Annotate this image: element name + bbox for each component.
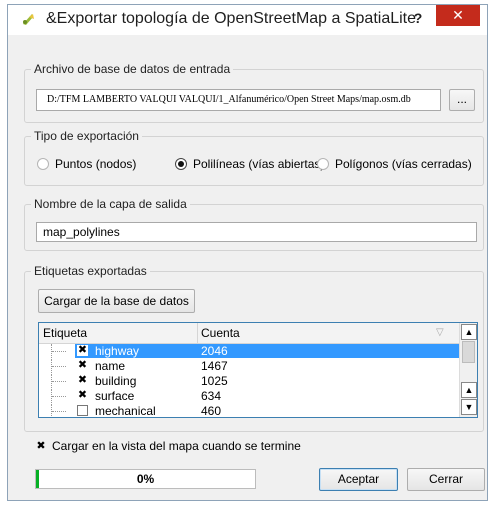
input-db-legend: Archivo de base de datos de entrada	[31, 62, 234, 76]
progress-text: 0%	[136, 472, 155, 486]
table-row[interactable]: ✖ name 1467	[39, 359, 459, 373]
close-window-button[interactable]: ✕	[436, 5, 480, 26]
table-row[interactable]: ✖ building 1025	[39, 374, 459, 388]
row-checkbox[interactable]: ✖	[77, 345, 88, 356]
tree-branch-line	[51, 344, 71, 358]
tags-legend: Etiquetas exportadas	[31, 264, 150, 278]
load-in-map-label: Cargar en la vista del mapa cuando se te…	[52, 439, 301, 453]
row-tag: building	[95, 374, 137, 388]
table-scrollbar[interactable]: ▲ ▲ ▼	[459, 323, 477, 417]
export-dialog: &Exportar topología de OpenStreetMap a S…	[7, 4, 488, 501]
load-in-map-checkbox[interactable]: ✖ Cargar en la vista del mapa cuando se …	[35, 439, 301, 453]
accept-button[interactable]: Aceptar	[319, 468, 398, 491]
radio-polylines[interactable]: Polilíneas (vías abiertas)	[175, 157, 324, 171]
input-db-path-field[interactable]: D:/TFM LAMBERTO VALQUI VALQUI/1_Alfanumé…	[36, 89, 441, 111]
export-type-legend: Tipo de exportación	[31, 129, 142, 143]
tree-branch-line	[51, 374, 71, 388]
table-row[interactable]: ✖ highway 2046	[39, 344, 459, 358]
column-header-tag[interactable]: Etiqueta	[43, 326, 87, 340]
radio-points-circle[interactable]	[37, 158, 49, 170]
browse-button[interactable]: ...	[449, 89, 475, 111]
row-checkbox[interactable]: ✖	[77, 375, 88, 386]
radio-polygons-label: Polígonos (vías cerradas)	[335, 157, 472, 171]
radio-points-label: Puntos (nodos)	[55, 157, 137, 171]
input-db-group: Archivo de base de datos de entrada D:/T…	[24, 62, 484, 123]
scroll-up-icon[interactable]: ▲	[461, 324, 477, 340]
tags-table[interactable]: Etiqueta Cuenta ▽ ✖ highway 2046 ✖ name …	[38, 322, 478, 418]
tags-group: Etiquetas exportadas Cargar de la base d…	[24, 264, 484, 432]
row-checkbox[interactable]: ✖	[77, 360, 88, 371]
row-checkbox[interactable]	[77, 405, 88, 416]
output-layer-input[interactable]: map_polylines	[36, 222, 477, 242]
help-button[interactable]: ?	[406, 7, 430, 29]
row-count: 1467	[201, 359, 228, 373]
radio-points[interactable]: Puntos (nodos)	[37, 157, 136, 171]
row-checkbox[interactable]: ✖	[77, 390, 88, 401]
row-count: 1025	[201, 374, 228, 388]
window-title: &Exportar topología de OpenStreetMap a S…	[46, 10, 417, 27]
row-count: 2046	[201, 344, 228, 358]
scroll-thumb[interactable]	[462, 341, 475, 363]
row-tag: surface	[95, 389, 135, 403]
load-from-db-button[interactable]: Cargar de la base de datos	[38, 289, 195, 313]
checkbox-mark-icon[interactable]: ✖	[35, 440, 47, 452]
scroll-down-icon[interactable]: ▼	[461, 399, 477, 415]
radio-polygons[interactable]: Polígonos (vías cerradas)	[317, 157, 472, 171]
export-type-group: Tipo de exportación Puntos (nodos) Polil…	[24, 129, 484, 186]
progress-bar: 0%	[35, 469, 256, 489]
progress-fill	[36, 470, 39, 488]
row-tag: highway	[95, 344, 140, 358]
table-row[interactable]: mechanical 460	[39, 404, 459, 418]
radio-polylines-circle[interactable]	[175, 158, 187, 170]
sort-indicator-icon: ▽	[436, 327, 444, 338]
row-count: 634	[201, 389, 222, 403]
radio-polylines-label: Polilíneas (vías abiertas)	[193, 157, 325, 171]
tree-branch-line	[51, 389, 71, 403]
tree-branch-line	[51, 404, 71, 417]
close-button[interactable]: Cerrar	[407, 468, 485, 491]
output-layer-group: Nombre de la capa de salida map_polyline…	[24, 197, 484, 251]
output-layer-legend: Nombre de la capa de salida	[31, 197, 190, 211]
row-count: 460	[201, 404, 222, 418]
column-separator	[197, 323, 198, 344]
row-tag: name	[95, 359, 126, 373]
qgis-logo-icon	[23, 14, 34, 25]
scroll-up-icon[interactable]: ▲	[461, 382, 477, 398]
row-tag: mechanical	[95, 404, 156, 418]
tree-branch-line	[51, 359, 71, 373]
column-header-count[interactable]: Cuenta	[201, 326, 240, 340]
title-bar: &Exportar topología de OpenStreetMap a S…	[8, 5, 487, 35]
tags-table-header: Etiqueta Cuenta ▽	[39, 323, 459, 344]
table-row[interactable]: ✖ surface 634	[39, 389, 459, 403]
radio-polygons-circle[interactable]	[317, 158, 329, 170]
